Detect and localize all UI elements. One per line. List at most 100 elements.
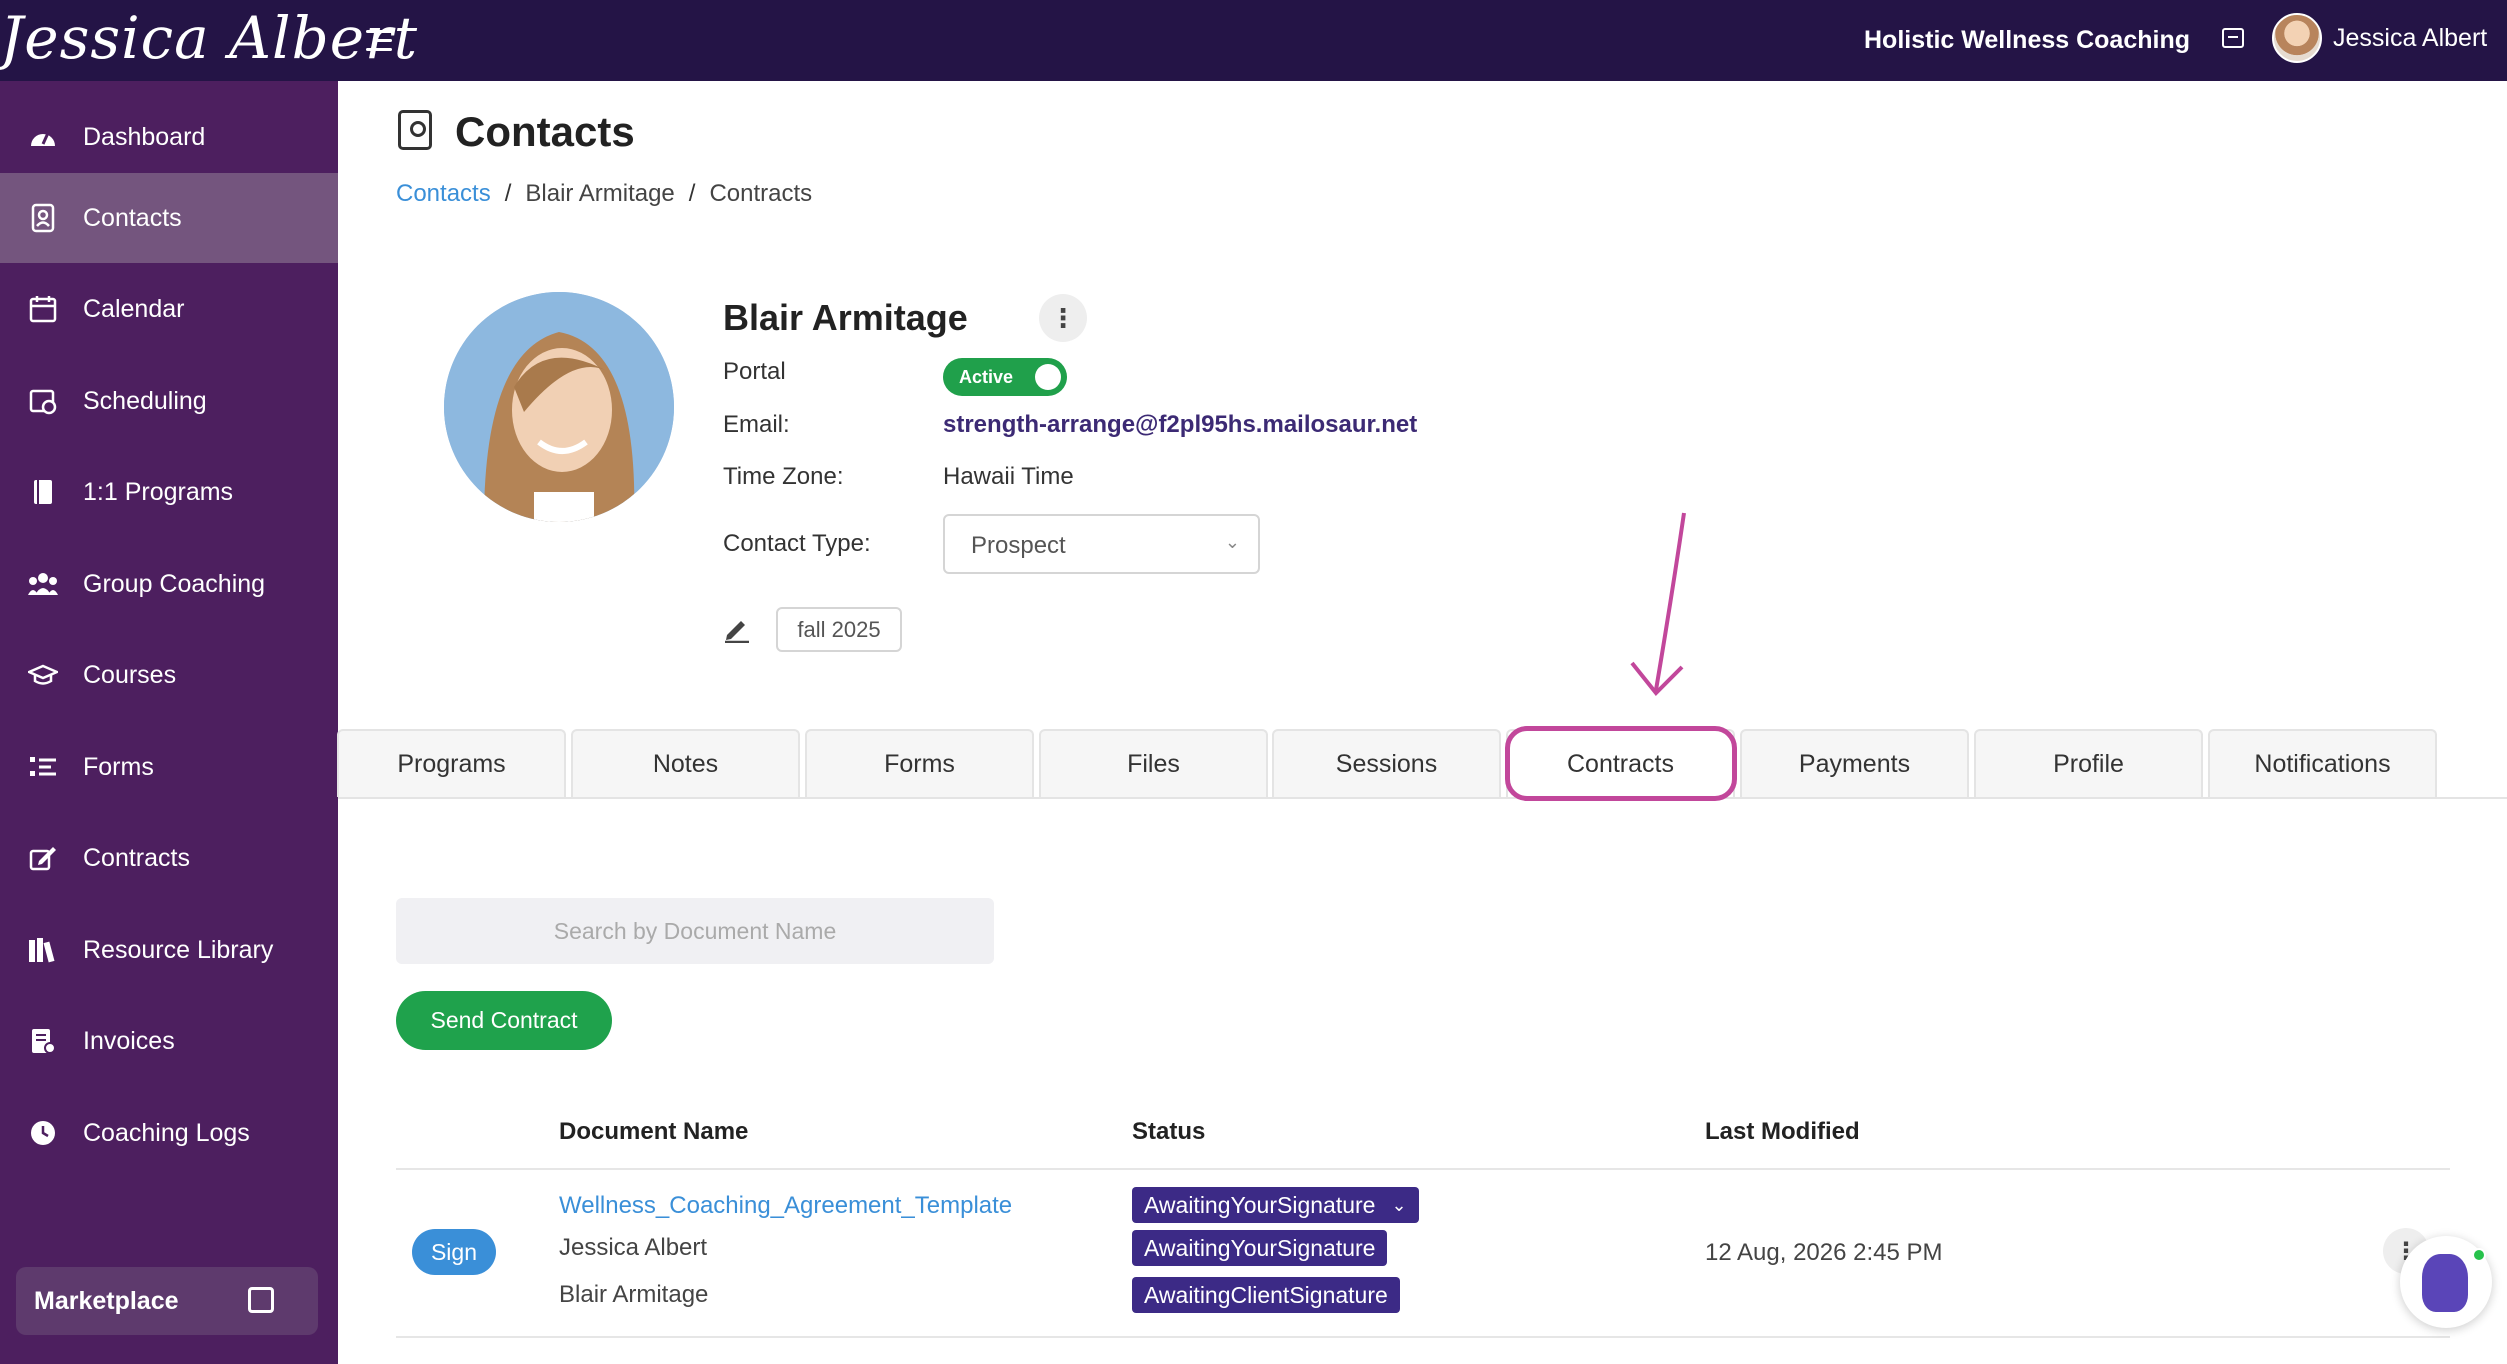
sidebar-item-label: 1:1 Programs [83, 477, 234, 506]
sidebar-item-courses[interactable]: Courses [0, 630, 338, 720]
business-switch-icon[interactable] [2222, 28, 2244, 48]
document-name-link[interactable]: Wellness_Coaching_Agreement_Template [559, 1192, 1012, 1220]
timezone-label: Time Zone: [723, 463, 844, 490]
chevron-down-icon: ⌄ [1391, 1194, 1407, 1215]
signer-status-badge: AwaitingClientSignature [1132, 1277, 1400, 1313]
sidebar-item-group-coaching[interactable]: Group Coaching [0, 539, 338, 629]
tab-forms[interactable]: Forms [805, 729, 1034, 797]
sidebar-item-programs[interactable]: 1:1 Programs [0, 447, 338, 537]
breadcrumb-contacts[interactable]: Contacts [396, 180, 491, 207]
sidebar-item-forms[interactable]: Forms [0, 722, 338, 812]
marketplace-button[interactable]: Marketplace [16, 1267, 318, 1335]
tabs-divider [338, 797, 2507, 799]
email-value[interactable]: strength-arrange@f2pl95hs.mailosaur.net [943, 411, 1417, 439]
chevron-down-icon: ⌄ [1224, 532, 1240, 552]
sign-button[interactable]: Sign [412, 1229, 496, 1275]
sidebar-item-scheduling[interactable]: Scheduling [0, 356, 338, 446]
signature-icon [28, 843, 58, 873]
contact-name: Blair Armitage [723, 297, 968, 338]
timezone-value: Hawaii Time [943, 463, 1074, 490]
column-header-document-name: Document Name [559, 1118, 749, 1145]
portal-label: Portal [723, 358, 786, 385]
group-icon [28, 569, 58, 599]
tab-programs[interactable]: Programs [337, 729, 566, 797]
online-status-icon [2472, 1248, 2486, 1262]
status-badge: AwaitingYourSignature [1144, 1191, 1376, 1218]
breadcrumb-contact-name: Blair Armitage [525, 180, 675, 207]
breadcrumb: Contacts / Blair Armitage / Contracts [396, 180, 812, 208]
portal-toggle[interactable]: Active [943, 358, 1067, 396]
sidebar-item-label: Coaching Logs [83, 1118, 250, 1147]
sidebar-item-label: Resource Library [83, 935, 274, 964]
table-row-divider [396, 1336, 2450, 1338]
graduation-cap-icon [28, 660, 58, 690]
marketplace-label: Marketplace [34, 1286, 179, 1315]
sidebar-item-label: Invoices [83, 1026, 175, 1055]
sidebar-item-label: Courses [83, 660, 177, 689]
sidebar-item-contacts[interactable]: Contacts [0, 173, 338, 263]
portal-status: Active [959, 367, 1014, 387]
contact-more-options-icon[interactable]: ⋮ [1039, 294, 1087, 342]
sidebar-item-coaching-logs[interactable]: Coaching Logs [0, 1088, 338, 1178]
sidebar-item-calendar[interactable]: Calendar [0, 264, 338, 354]
tab-notifications[interactable]: Notifications [2208, 729, 2437, 797]
contact-type-select[interactable]: Prospect ⌄ [943, 514, 1260, 574]
top-bar: Jessica Albert Holistic Wellness Coachin… [0, 0, 2507, 81]
business-name[interactable]: Holistic Wellness Coaching [1864, 26, 2190, 55]
library-icon [28, 935, 58, 965]
toggle-knob [1035, 364, 1061, 390]
tab-highlight-annotation [1505, 726, 1737, 801]
table-header-divider [396, 1168, 2450, 1170]
contacts-icon [28, 203, 58, 233]
tab-notes[interactable]: Notes [571, 729, 800, 797]
clock-icon [28, 1118, 58, 1148]
tab-payments[interactable]: Payments [1740, 729, 1969, 797]
sidebar-item-label: Scheduling [83, 386, 207, 415]
invoice-icon [28, 1026, 58, 1056]
sidebar-item-label: Calendar [83, 294, 185, 323]
list-icon [28, 752, 58, 782]
contact-tag[interactable]: fall 2025 [776, 607, 902, 652]
user-avatar[interactable] [2272, 13, 2322, 63]
breadcrumb-current: Contracts [709, 180, 813, 207]
sidebar-item-label: Forms [83, 752, 154, 781]
breadcrumb-separator: / [688, 180, 696, 207]
signer-name: Blair Armitage [559, 1281, 709, 1308]
tab-profile[interactable]: Profile [1974, 729, 2203, 797]
book-icon [28, 477, 58, 507]
menu-toggle-icon[interactable] [366, 26, 396, 56]
tab-sessions[interactable]: Sessions [1272, 729, 1501, 797]
sidebar: Dashboard Contacts Calendar Scheduling 1… [0, 81, 338, 1364]
contacts-book-icon [398, 110, 432, 150]
sidebar-item-label: Dashboard [83, 122, 206, 151]
contact-type-label: Contact Type: [723, 530, 871, 557]
email-label: Email: [723, 411, 790, 438]
sidebar-item-resource-library[interactable]: Resource Library [0, 905, 338, 995]
dashboard-icon [28, 122, 58, 152]
sidebar-item-label: Contacts [83, 203, 182, 232]
sidebar-item-invoices[interactable]: Invoices [0, 996, 338, 1086]
column-header-last-modified: Last Modified [1705, 1118, 1860, 1145]
sidebar-item-label: Contracts [83, 843, 190, 872]
signer-status-badge: AwaitingYourSignature [1132, 1230, 1388, 1266]
user-name[interactable]: Jessica Albert [2333, 24, 2487, 53]
calendar-icon [28, 294, 58, 324]
sidebar-item-dashboard[interactable]: Dashboard [0, 92, 338, 182]
scheduling-icon [28, 386, 58, 416]
external-link-icon [248, 1287, 274, 1313]
signer-name: Jessica Albert [559, 1234, 708, 1261]
sidebar-item-contracts[interactable]: Contracts [0, 813, 338, 903]
last-modified-value: 12 Aug, 2026 2:45 PM [1705, 1239, 1943, 1266]
column-header-status: Status [1132, 1118, 1206, 1145]
breadcrumb-separator: / [504, 180, 512, 207]
sidebar-item-label: Group Coaching [83, 569, 266, 598]
tab-files[interactable]: Files [1039, 729, 1268, 797]
status-dropdown[interactable]: AwaitingYourSignature ⌄ [1132, 1187, 1419, 1223]
edit-tags-icon[interactable] [723, 613, 751, 651]
page-title: Contacts [455, 108, 635, 155]
annotation-arrow-icon [1630, 512, 1686, 696]
send-contract-button[interactable]: Send Contract [396, 991, 612, 1050]
contact-photo [444, 292, 674, 522]
search-input[interactable] [396, 898, 994, 964]
brand-logo[interactable]: Jessica Albert [0, 4, 418, 72]
